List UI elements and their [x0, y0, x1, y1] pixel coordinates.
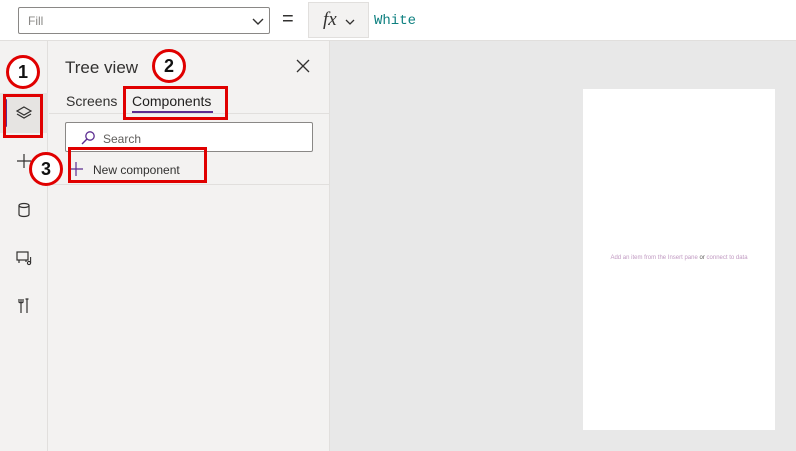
step-1-number: 1: [17, 61, 28, 82]
annotation-box-tree-view: [3, 94, 43, 138]
panel-divider: [49, 184, 330, 185]
media-icon: [16, 251, 32, 266]
data-button[interactable]: [0, 190, 48, 230]
fx-button[interactable]: fx: [308, 2, 369, 38]
canvas-area: Add an item from the Insert pane or conn…: [330, 41, 796, 451]
step-1-badge: 1: [6, 55, 40, 89]
step-3-number: 3: [40, 158, 51, 179]
annotation-box-components-tab: [123, 86, 228, 120]
fx-icon: fx: [323, 9, 337, 30]
formula-input[interactable]: White: [370, 2, 796, 38]
annotation-box-new-component: [68, 147, 207, 183]
close-icon[interactable]: [294, 57, 312, 75]
formula-text: White: [374, 13, 417, 29]
tools-icon: [18, 298, 29, 313]
chevron-down-icon: [345, 19, 355, 25]
search-icon: [81, 131, 95, 145]
database-icon: [18, 202, 30, 218]
app-screen[interactable]: Add an item from the Insert pane or conn…: [583, 89, 775, 430]
step-3-badge: 3: [29, 152, 63, 186]
step-2-number: 2: [163, 55, 174, 76]
hint-or: or: [699, 255, 705, 261]
chevron-down-icon: [252, 18, 264, 25]
formula-bar: Fill = fx White: [0, 0, 796, 41]
step-2-badge: 2: [152, 49, 186, 83]
empty-screen-hint: Add an item from the Insert pane or conn…: [583, 255, 775, 261]
tab-screens[interactable]: Screens: [66, 93, 117, 109]
equals-sign: =: [282, 8, 294, 30]
app-window: Fill = fx White Tree view Screens Compon…: [0, 0, 796, 451]
media-button[interactable]: [0, 238, 48, 278]
property-value: Fill: [28, 14, 44, 28]
advanced-tools-button[interactable]: [0, 286, 48, 326]
hint-insert-link[interactable]: Add an item from the Insert pane: [610, 255, 697, 261]
hint-connect-link[interactable]: connect to data: [707, 255, 748, 261]
search-placeholder: Search: [103, 132, 142, 146]
property-dropdown[interactable]: Fill: [18, 7, 270, 34]
panel-title: Tree view: [65, 58, 139, 77]
